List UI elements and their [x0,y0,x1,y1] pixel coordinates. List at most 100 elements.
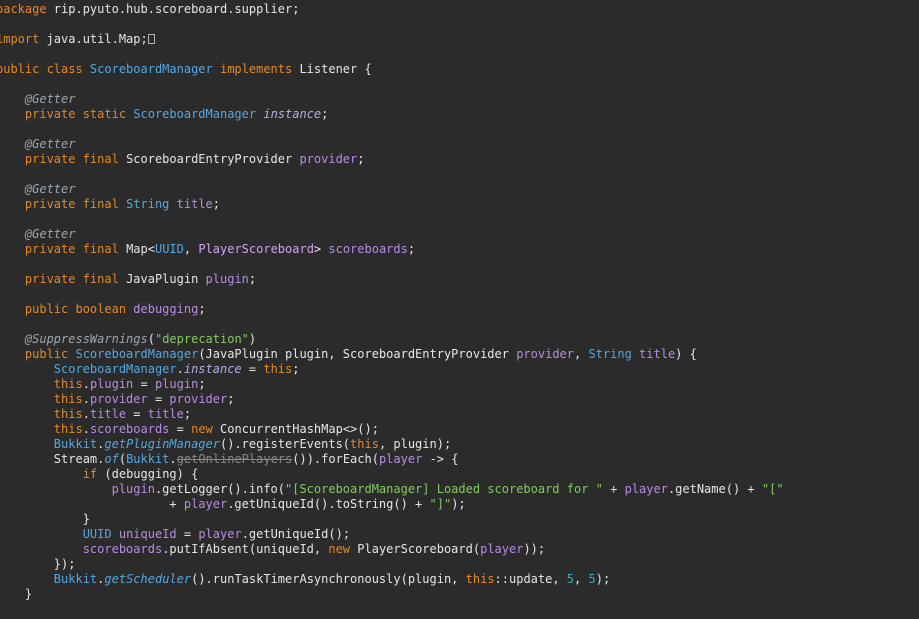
code-token-plain: } [0,512,90,526]
code-token-plain: = [147,392,170,406]
code-line[interactable]: public class ScoreboardManager implement… [0,62,784,77]
code-line[interactable] [0,167,784,182]
code-line[interactable]: public boolean debugging; [0,302,784,317]
code-line[interactable] [0,257,784,272]
code-token-annotation: @SuppressWarnings [24,332,148,346]
code-line[interactable]: this.scoreboards = new ConcurrentHashMap… [0,422,784,437]
code-line[interactable]: this.title = title; [0,407,784,422]
code-token-plain: .getUniqueId(); [241,527,351,541]
code-line[interactable]: private final ScoreboardEntryProvider pr… [0,152,784,167]
code-token-annotation: @Getter [24,92,76,106]
code-token-type: ScoreboardManager [133,107,257,121]
code-token-plain: -> { [422,452,459,466]
code-token-plain: ().runTaskTimerAsynchronously(plugin, [191,572,466,586]
code-line[interactable] [0,212,784,227]
code-token-plain: ; [407,242,416,256]
code-token-type: UUID [154,242,184,256]
code-token-field: debugging [133,302,199,316]
code-token-keyword: private final [24,152,127,166]
code-token-plain: (debugging) { [104,467,199,481]
code-line[interactable]: + player.getUniqueId().toString() + "]")… [0,497,784,512]
code-token-plain: ) [248,332,257,346]
code-token-plain: = [176,527,199,541]
code-token-plain: ()).forEach( [292,452,379,466]
code-token-field: provider [89,392,148,406]
code-token-plain: (JavaPlugin plugin, ScoreboardEntryProvi… [198,347,517,361]
fold-marker-icon[interactable] [147,34,155,44]
code-line[interactable]: private static ScoreboardManager instanc… [0,107,784,122]
code-line[interactable]: @Getter [0,227,784,242]
code-line[interactable]: Bukkit.getPluginManager().registerEvents… [0,437,784,452]
code-token-plain: + [602,482,625,496]
code-token-field: player [198,527,242,541]
code-token-plain: , [183,242,199,256]
code-line[interactable]: Bukkit.getScheduler().runTaskTimerAsynch… [0,572,784,587]
code-line[interactable]: @Getter [0,137,784,152]
code-token-keyword: public [24,347,76,361]
code-token-string: "[ScoreboardManager] Loaded scoreboard f… [285,482,603,496]
code-token-plain: . [176,362,184,376]
code-line[interactable]: scoreboards.putIfAbsent(uniqueId, new Pl… [0,542,784,557]
code-line[interactable]: package rip.pyuto.hub.scoreboard.supplie… [0,2,784,17]
code-line[interactable]: private final String title; [0,197,784,212]
code-area[interactable]: package rip.pyuto.hub.scoreboard.supplie… [0,2,784,602]
code-line[interactable] [0,122,784,137]
code-line[interactable]: @Getter [0,92,784,107]
code-line[interactable]: UUID uniqueId = player.getUniqueId(); [0,527,784,542]
code-line[interactable]: public ScoreboardManager(JavaPlugin plug… [0,347,784,362]
code-line[interactable]: @SuppressWarnings("deprecation") [0,332,784,347]
code-line[interactable]: } [0,512,784,527]
code-editor[interactable]: package rip.pyuto.hub.scoreboard.supplie… [0,0,919,619]
code-token-field: provider [299,152,358,166]
code-token-plain: . [169,452,177,466]
code-line[interactable]: import java.util.Map; [0,32,784,47]
code-line[interactable] [0,77,784,92]
code-token-keyword: package [0,2,47,16]
code-token-keyword: this [465,572,495,586]
code-token-keyword: new [328,542,358,556]
code-token-static: getScheduler [104,572,192,586]
code-token-plain: . [82,392,90,406]
code-line[interactable]: private final Map<UUID, PlayerScoreboard… [0,242,784,257]
code-token-plain: } [24,587,33,601]
code-token-type: ScoreboardManager [75,347,199,361]
code-token-keyword: if [82,467,105,481]
code-line[interactable]: Stream.of(Bukkit.getOnlinePlayers()).for… [0,452,784,467]
code-token-field: plugin [205,272,249,286]
code-token-field: title [176,197,213,211]
code-line[interactable]: this.plugin = plugin; [0,377,784,392]
code-token-keyword: private final [24,242,127,256]
code-line[interactable]: ScoreboardManager.instance = this; [0,362,784,377]
code-token-keyword: this [263,362,293,376]
code-token-plain: Map< [126,242,155,256]
code-line[interactable] [0,317,784,332]
code-line[interactable]: plugin.getLogger().info("[ScoreboardMana… [0,482,784,497]
code-token-static: of [104,452,119,466]
code-line[interactable]: @Getter [0,182,784,197]
code-line[interactable]: private final JavaPlugin plugin; [0,272,784,287]
code-token-plain: .getUniqueId().toString() + [227,497,430,511]
code-line[interactable]: if (debugging) { [0,467,784,482]
code-token-plain: ScoreboardEntryProvider [126,152,300,166]
code-line[interactable]: this.provider = provider; [0,392,784,407]
code-token-plain: Listener { [299,62,372,76]
code-token-field: title [639,347,676,361]
code-line[interactable]: }); [0,557,784,572]
code-line[interactable] [0,287,784,302]
code-token-plain: }); [0,557,76,571]
code-line[interactable] [0,47,784,62]
code-line[interactable] [0,17,784,32]
code-token-plain: , [574,347,589,361]
code-token-plain: = [241,362,264,376]
code-line[interactable]: } [0,587,784,602]
